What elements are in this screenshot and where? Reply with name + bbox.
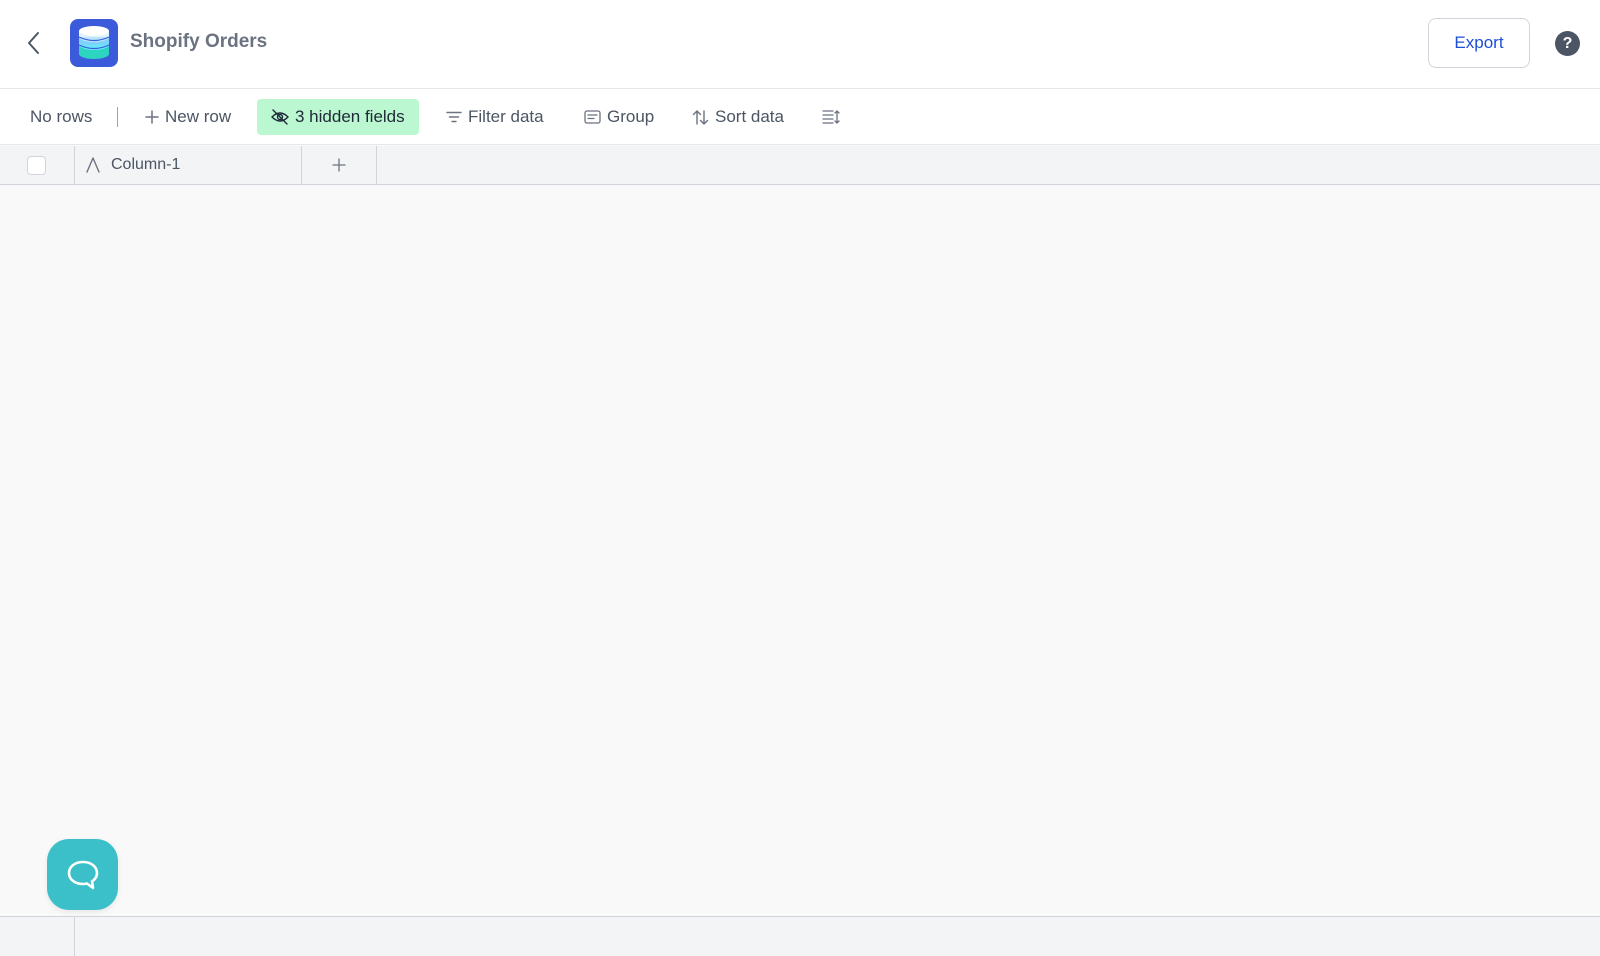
chevron-left-icon bbox=[28, 32, 39, 54]
row-count-label: No rows bbox=[30, 107, 93, 126]
select-all-checkbox[interactable] bbox=[26, 155, 46, 175]
group-icon bbox=[584, 110, 601, 124]
hidden-fields-button[interactable]: 3 hidden fields bbox=[257, 99, 419, 135]
filter-label: Filter data bbox=[468, 107, 544, 126]
export-button[interactable]: Export bbox=[1428, 18, 1530, 68]
row-height-button[interactable] bbox=[814, 99, 848, 135]
chat-widget-button[interactable] bbox=[47, 839, 118, 910]
grid-header-row: Column-1 bbox=[0, 146, 1600, 185]
help-icon[interactable]: ? bbox=[1555, 31, 1580, 56]
grid-footer bbox=[0, 916, 1600, 956]
filter-icon bbox=[446, 111, 462, 123]
grid-toolbar: No rows New row 3 hidden fields Filter d… bbox=[0, 89, 1600, 145]
column-header[interactable]: Column-1 bbox=[75, 146, 302, 184]
new-row-label: New row bbox=[165, 107, 232, 126]
row-height-icon bbox=[822, 110, 840, 124]
sort-button[interactable]: Sort data bbox=[684, 99, 792, 135]
group-label: Group bbox=[607, 107, 655, 126]
hidden-fields-label: 3 hidden fields bbox=[295, 107, 405, 126]
select-all-cell bbox=[0, 146, 75, 184]
add-column-button[interactable] bbox=[302, 146, 377, 184]
back-button[interactable] bbox=[20, 28, 48, 58]
toolbar-divider bbox=[117, 107, 118, 127]
footer-row-number-cell bbox=[0, 917, 75, 956]
eye-off-icon bbox=[271, 109, 289, 125]
top-bar: Shopify Orders Export ? bbox=[0, 0, 1600, 89]
filter-button[interactable]: Filter data bbox=[438, 99, 552, 135]
plus-icon bbox=[145, 110, 159, 124]
database-icon bbox=[78, 26, 110, 59]
sort-icon bbox=[692, 109, 709, 125]
app-logo bbox=[70, 19, 118, 67]
page-title: Shopify Orders bbox=[130, 31, 268, 52]
group-button[interactable]: Group bbox=[576, 99, 662, 135]
grid-body bbox=[0, 185, 1600, 916]
row-count: No rows bbox=[22, 99, 100, 135]
sort-label: Sort data bbox=[715, 107, 784, 126]
new-row-button[interactable]: New row bbox=[137, 99, 239, 135]
plus-icon bbox=[332, 158, 346, 172]
chat-bubble-icon bbox=[67, 860, 98, 889]
text-type-icon bbox=[86, 157, 100, 173]
column-header-label: Column-1 bbox=[111, 156, 181, 173]
